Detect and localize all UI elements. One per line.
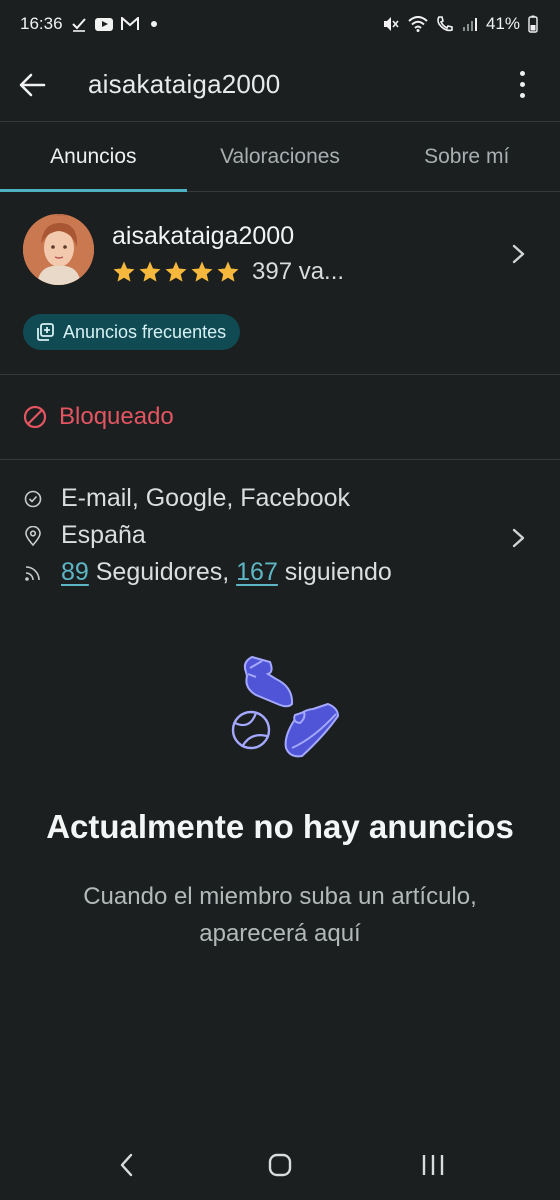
app-bar: aisakataiga2000 <box>0 48 560 122</box>
block-icon <box>23 405 47 429</box>
profile-summary[interactable]: aisakataiga2000 397 va... Anuncios frecu… <box>0 192 560 375</box>
star-icon <box>191 261 213 282</box>
blocked-label: Bloqueado <box>59 403 174 430</box>
verified-row: E-mail, Google, Facebook <box>0 480 560 517</box>
more-dot-icon <box>519 71 525 76</box>
location-row: España <box>0 517 560 554</box>
back-button[interactable] <box>0 53 64 117</box>
nav-home-button[interactable] <box>250 1135 310 1195</box>
dot-icon <box>150 21 157 27</box>
badge-label: Anuncios frecuentes <box>63 321 227 342</box>
page-title: aisakataiga2000 <box>88 69 281 99</box>
followers-link[interactable]: 89 <box>61 558 89 586</box>
verified-text: E-mail, Google, Facebook <box>61 484 351 512</box>
rating-row: 397 va... <box>112 258 344 286</box>
profile-username: aisakataiga2000 <box>112 222 295 250</box>
verified-check-icon <box>23 490 43 508</box>
battery-level: 41% <box>485 14 520 33</box>
check-icon <box>71 16 87 32</box>
status-right: 41% <box>382 14 538 34</box>
empty-state-subtitle: Cuando el miembro suba un artículo, apar… <box>83 883 477 947</box>
tab-valoraciones[interactable]: Valoraciones <box>187 122 374 191</box>
rating-count: 397 va... <box>252 258 345 285</box>
location-pin-icon <box>23 525 43 546</box>
followers-text: 89 Seguidores, 167 siguiendo <box>61 558 392 587</box>
star-icon <box>139 261 161 282</box>
more-dot-icon <box>519 82 525 87</box>
blocked-status[interactable]: Bloqueado <box>0 375 560 460</box>
nav-recents-button[interactable] <box>403 1135 463 1195</box>
wifi-icon <box>408 16 428 32</box>
status-time: 16:36 <box>20 14 63 33</box>
nav-home-icon <box>268 1153 292 1177</box>
profile-info[interactable]: E-mail, Google, Facebook España 89 Segui… <box>0 480 560 600</box>
star-icon <box>217 261 239 282</box>
more-dot-icon <box>519 93 525 98</box>
mute-icon <box>382 15 400 33</box>
wifi-call-icon <box>436 15 454 33</box>
nav-back-button[interactable] <box>97 1135 157 1195</box>
back-arrow-icon <box>19 73 46 96</box>
following-label: siguiendo <box>277 558 392 586</box>
gmail-icon <box>120 17 139 31</box>
tab-anuncios[interactable]: Anuncios <box>0 122 187 192</box>
empty-items-illustration-icon <box>231 655 340 758</box>
location-text: España <box>61 521 146 549</box>
frequent-listings-badge: Anuncios frecuentes <box>23 314 241 350</box>
tab-bar: Anuncios Valoraciones Sobre mí <box>0 122 560 192</box>
star-icon <box>165 261 187 282</box>
nav-recents-icon <box>423 1155 444 1175</box>
empty-state-title: Actualmente no hay anuncios <box>46 808 514 845</box>
youtube-icon <box>94 17 113 31</box>
nav-back-icon <box>120 1153 132 1177</box>
chevron-right-icon <box>512 528 525 548</box>
battery-icon <box>528 15 538 33</box>
avatar <box>23 214 94 285</box>
tab-sobre-mi[interactable]: Sobre mí <box>373 122 560 191</box>
signal-icon <box>462 16 478 32</box>
rss-icon <box>23 564 43 582</box>
star-icon <box>113 261 135 282</box>
status-left: 16:36 <box>20 14 157 34</box>
followers-row: 89 Seguidores, 167 siguiendo <box>0 554 560 591</box>
system-nav-bar <box>0 1130 560 1200</box>
status-bar: 16:36 41% <box>0 0 560 48</box>
followers-label: Seguidores, <box>88 558 237 586</box>
listings-icon <box>37 323 54 341</box>
chevron-right-icon <box>512 244 525 264</box>
more-options-button[interactable] <box>498 55 546 115</box>
following-link[interactable]: 167 <box>236 558 278 586</box>
